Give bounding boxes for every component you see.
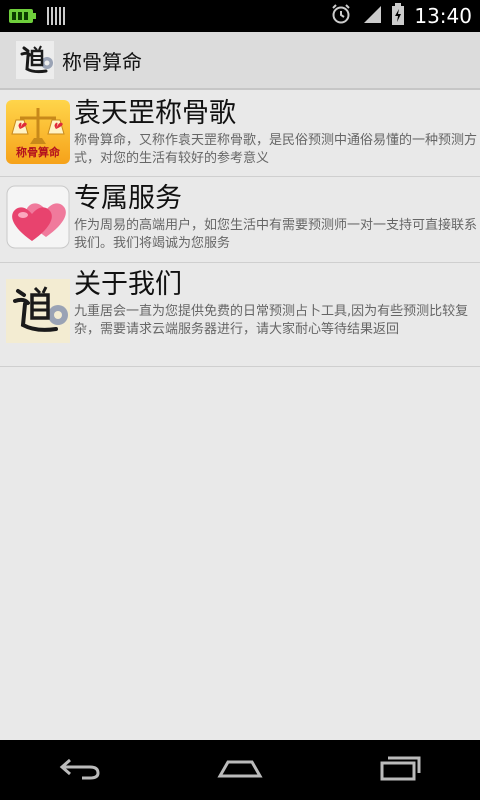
- list-item-chenggu[interactable]: 称骨算命 袁天罡称骨歌 称骨算命，又称作袁天罡称骨歌，是民俗预测中通俗易懂的一种…: [0, 92, 480, 177]
- battery-charging-icon: [8, 7, 36, 29]
- home-icon: [216, 756, 264, 784]
- item-description: 称骨算命，又称作袁天罡称骨歌，是民俗预测中通俗易懂的一种预测方式，对您的生活有较…: [74, 133, 478, 166]
- item-title: 袁天罡称骨歌: [74, 98, 236, 129]
- barcode-icon: [46, 6, 66, 30]
- alarm-icon: [330, 3, 352, 29]
- status-bar: 13:40: [0, 0, 480, 32]
- recent-apps-button[interactable]: [370, 750, 430, 790]
- item-title: 关于我们: [74, 269, 182, 300]
- recent-apps-icon: [378, 755, 422, 785]
- action-bar: 称骨算命: [0, 32, 480, 90]
- thumb-caption: 称骨算命: [16, 146, 60, 159]
- item-description: 作为周易的高端用户，如您生活中有需要预测师一对一支持可直接联系我们。我们将竭诚为…: [74, 218, 478, 251]
- double-heart-icon: [6, 185, 70, 249]
- item-title: 专属服务: [74, 183, 182, 214]
- scale-hearts-icon: 称骨算命: [6, 100, 70, 164]
- list-item-exclusive-service[interactable]: 专属服务 作为周易的高端用户，如您生活中有需要预测师一对一支持可直接联系我们。我…: [0, 177, 480, 263]
- clock: 13:40: [414, 4, 472, 28]
- dao-logo-icon[interactable]: [16, 41, 54, 79]
- home-button[interactable]: [210, 750, 270, 790]
- battery-icon: [392, 3, 405, 29]
- signal-icon: [362, 4, 382, 28]
- dao-logo-icon: [6, 279, 70, 343]
- item-description: 九重居会一直为您提供免费的日常预测占卜工具,因为有些预测比较复杂，需要请求云端服…: [74, 304, 469, 337]
- navigation-bar: [0, 740, 480, 800]
- back-icon: [58, 756, 102, 784]
- back-button[interactable]: [50, 750, 110, 790]
- menu-list: 称骨算命 袁天罡称骨歌 称骨算命，又称作袁天罡称骨歌，是民俗预测中通俗易懂的一种…: [0, 92, 480, 367]
- app-title: 称骨算命: [62, 49, 142, 74]
- list-item-about-us[interactable]: 关于我们 九重居会一直为您提供免费的日常预测占卜工具,因为有些预测比较复杂，需要…: [0, 263, 480, 367]
